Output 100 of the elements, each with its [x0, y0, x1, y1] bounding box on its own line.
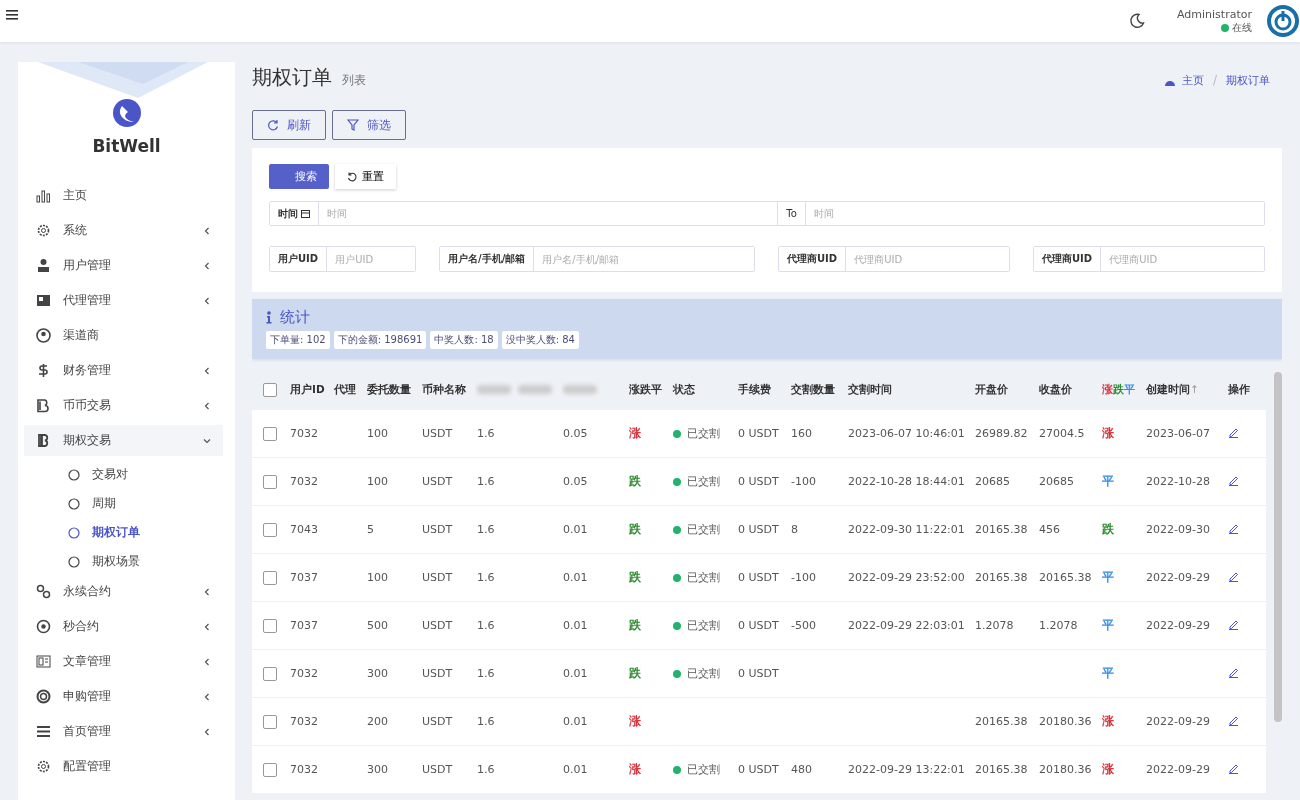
checkbox[interactable] [263, 383, 277, 397]
info-icon [266, 311, 272, 324]
person-icon [36, 328, 51, 343]
column-header[interactable]: 手续费 [738, 383, 771, 395]
refresh-button[interactable]: 刷新 [252, 110, 326, 140]
table-cell: 20165.38 [975, 523, 1028, 536]
checkbox[interactable] [263, 522, 277, 537]
edit-icon[interactable] [1228, 426, 1239, 438]
input-field[interactable]: 用户UID 用户UID [269, 246, 416, 272]
nav-item[interactable]: 系统 [24, 215, 223, 246]
chart-icon [36, 188, 51, 203]
nav-item[interactable]: 代理管理 [24, 285, 223, 316]
page-title: 期权订单 [252, 64, 332, 91]
table-cell: 已交割 [687, 762, 720, 777]
checkbox[interactable] [263, 618, 277, 633]
column-header[interactable]: 代理 [334, 383, 356, 395]
checkbox[interactable] [263, 714, 277, 729]
table-cell: 2022-09-29 [1146, 619, 1210, 632]
nav-item[interactable]: 申购管理 [24, 681, 223, 712]
checkbox[interactable] [263, 426, 277, 441]
column-header[interactable]: 币种名称 [422, 383, 466, 395]
input-field[interactable]: 用户名/手机/邮箱 用户名/手机/邮箱 [439, 246, 755, 272]
calendar-icon [301, 209, 310, 218]
breadcrumb-link[interactable]: 主页 [1181, 73, 1204, 88]
edit-icon[interactable] [1228, 714, 1239, 726]
time-range-field[interactable]: 时间 时间 To 时间 [269, 201, 1265, 226]
table-cell: 7043 [290, 523, 318, 536]
checkbox[interactable] [263, 570, 277, 585]
input-field[interactable]: 代理商UID 代理商UID [1033, 246, 1265, 272]
edit-icon[interactable] [1228, 666, 1239, 678]
moon-icon[interactable] [1129, 13, 1145, 29]
trend-text: 平 [1102, 474, 1114, 488]
filter-button[interactable]: 筛选 [332, 110, 406, 140]
nav-subitem[interactable]: 周期 [18, 489, 235, 518]
table-cell: 20165.38 [975, 571, 1028, 584]
input-field[interactable]: 代理商UID 代理商UID [778, 246, 1010, 272]
stat-badge: 下的金额: 198691 [333, 331, 427, 349]
checkbox[interactable] [263, 762, 277, 777]
column-header[interactable]: 操作 [1228, 383, 1250, 395]
nav-item[interactable]: 用户管理 [24, 250, 223, 281]
column-header[interactable]: 创建时间↑ [1146, 383, 1199, 395]
table-cell: 0.05 [563, 427, 588, 440]
nav-item[interactable]: 币币交易 [24, 390, 223, 421]
search-button[interactable]: 搜索 [269, 164, 329, 189]
column-header[interactable]: 涨跌平 [1102, 383, 1135, 395]
breadcrumb-link[interactable]: 期权订单 [1226, 73, 1270, 88]
scrollbar[interactable] [1274, 372, 1282, 722]
trend-text: 跌 [629, 666, 641, 680]
nav-item[interactable]: 主页 [24, 180, 223, 211]
target-icon [36, 619, 51, 634]
table-cell: 0.01 [563, 715, 588, 728]
column-header[interactable]: 收盘价 [1039, 383, 1072, 395]
nav-subitem[interactable]: 交易对 [18, 460, 235, 489]
trend-text: 跌 [629, 522, 641, 536]
ring-icon [36, 689, 51, 704]
nav-item[interactable]: 文章管理 [24, 646, 223, 677]
circle-icon [68, 497, 80, 510]
table-cell: 2022-09-29 23:52:00 [848, 571, 965, 584]
trend-text: 跌 [1102, 522, 1114, 536]
table-cell: 7037 [290, 619, 318, 632]
column-header[interactable]: 交割数量 [791, 383, 835, 395]
column-header[interactable]: 开盘价 [975, 383, 1008, 395]
column-header[interactable]: 交割时间 [848, 383, 892, 395]
table-cell: 已交割 [687, 474, 720, 489]
nav-item[interactable]: 首页管理 [24, 716, 223, 747]
column-header[interactable]: 委托数量 [367, 383, 411, 395]
column-header[interactable]: 用户ID [290, 383, 325, 395]
checkbox[interactable] [263, 474, 277, 489]
table-cell: 7032 [290, 427, 318, 440]
nav-item[interactable]: 永续合约 [24, 576, 223, 607]
column-header[interactable]: 状态 [673, 383, 695, 395]
nav-item[interactable]: 期权交易 [24, 425, 223, 456]
nav-subitem[interactable]: 期权场景 [18, 547, 235, 576]
edit-icon[interactable] [1228, 570, 1239, 582]
edit-icon[interactable] [1228, 618, 1239, 630]
edit-icon[interactable] [1228, 762, 1239, 774]
table-cell: 100 [367, 571, 388, 584]
nav-subitem[interactable]: 期权订单 [18, 518, 235, 547]
power-avatar-icon[interactable] [1266, 4, 1300, 38]
table-cell: 27004.5 [1039, 427, 1085, 440]
nav-item[interactable]: 财务管理 [24, 355, 223, 386]
table-cell: 480 [791, 763, 812, 776]
reset-button[interactable]: 重置 [335, 164, 396, 189]
user-name: Administrator [1177, 7, 1252, 21]
breadcrumb-separator: / [1212, 73, 1217, 87]
table-cell: 0 USDT [738, 427, 779, 440]
nav-item[interactable]: 渠道商 [24, 320, 223, 351]
gear-icon [36, 223, 51, 238]
table-cell: 已交割 [687, 618, 720, 633]
table-cell: 1.6 [477, 619, 495, 632]
menu-icon[interactable] [6, 10, 18, 20]
edit-icon[interactable] [1228, 522, 1239, 534]
edit-icon[interactable] [1228, 474, 1239, 486]
nav-item[interactable]: 秒合约 [24, 611, 223, 642]
checkbox[interactable] [263, 666, 277, 681]
column-header[interactable]: 涨跌平 [629, 383, 662, 395]
table-cell: 2023-06-07 [1146, 427, 1210, 440]
nav-item[interactable]: 配置管理 [24, 751, 223, 782]
table-cell: 456 [1039, 523, 1060, 536]
table-cell: USDT [422, 427, 453, 440]
